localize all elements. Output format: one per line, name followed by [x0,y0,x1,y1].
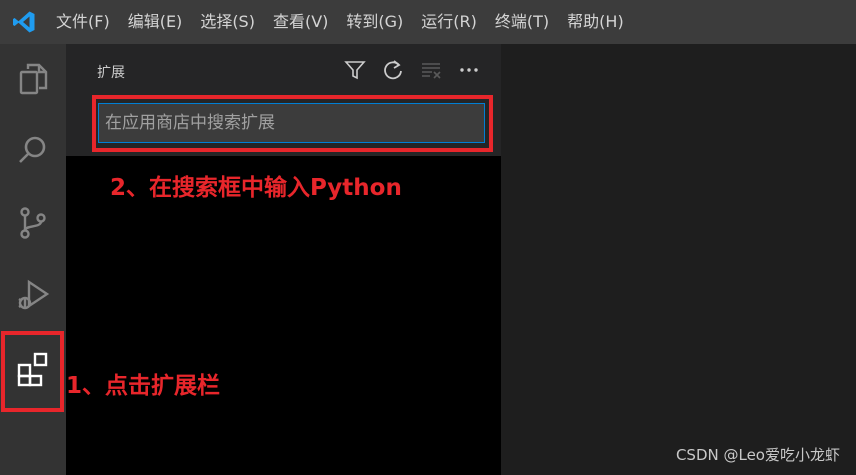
menu-run[interactable]: 运行(R) [413,0,485,44]
menu-selection[interactable]: 选择(S) [192,0,263,44]
menu-file[interactable]: 文件(F) [48,0,118,44]
files-icon[interactable] [0,46,66,112]
menu-help[interactable]: 帮助(H) [559,0,632,44]
title-bar: 文件(F) 编辑(E) 选择(S) 查看(V) 转到(G) 运行(R) 终端(T… [0,0,856,44]
sidebar-title: 扩展 [97,65,125,81]
menu-bar: 文件(F) 编辑(E) 选择(S) 查看(V) 转到(G) 运行(R) 终端(T… [48,0,634,44]
more-actions-icon[interactable] [457,58,481,82]
source-control-icon[interactable] [0,190,66,256]
clear-results-icon[interactable] [419,58,443,82]
menu-terminal[interactable]: 终端(T) [487,0,557,44]
sidebar-actions [343,58,481,82]
vscode-window: 文件(F) 编辑(E) 选择(S) 查看(V) 转到(G) 运行(R) 终端(T… [0,0,856,475]
run-debug-icon[interactable] [0,262,66,328]
search-icon[interactable] [0,118,66,184]
vscode-logo-icon [0,0,48,44]
editor-area [501,44,856,475]
search-highlight-box [92,95,493,152]
step1-annotation: 1、点击扩展栏 [66,373,221,399]
menu-edit[interactable]: 编辑(E) [120,0,191,44]
filter-icon[interactable] [343,58,367,82]
refresh-icon[interactable] [381,58,405,82]
menu-go[interactable]: 转到(G) [338,0,411,44]
extensions-highlight-box [1,331,64,412]
watermark: CSDN @Leo爱吃小龙虾 [675,446,840,464]
step2-annotation: 2、在搜索框中输入Python [110,175,402,201]
menu-view[interactable]: 查看(V) [265,0,336,44]
